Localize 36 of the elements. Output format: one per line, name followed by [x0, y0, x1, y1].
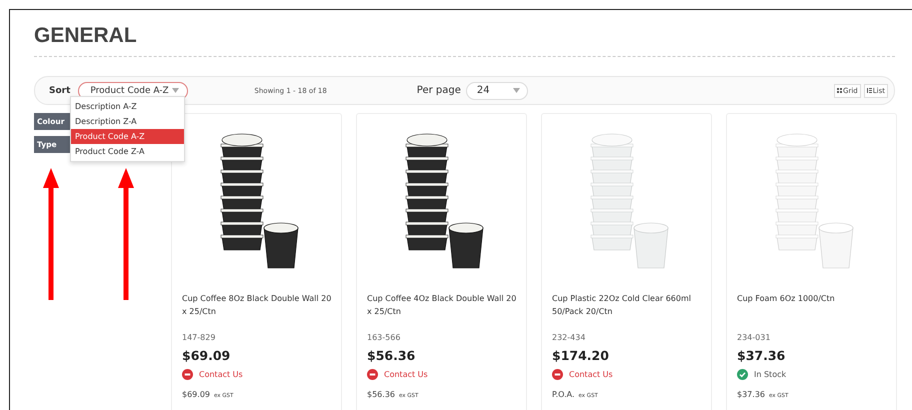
status-icon: [182, 369, 193, 380]
ex-gst-price: $69.09: [182, 390, 210, 399]
per-page-dropdown[interactable]: 24: [466, 82, 528, 100]
stock-status: Contact Us: [199, 370, 243, 379]
product-code: 163-566: [367, 333, 402, 342]
status-icon: [552, 369, 563, 380]
status-icon: [367, 369, 378, 380]
page-heading: GENERAL: [34, 24, 138, 48]
sort-option[interactable]: Description A-Z: [71, 99, 184, 114]
product-price: $37.36: [737, 348, 786, 363]
product-price: $174.20: [552, 348, 610, 363]
grid-icon: [837, 88, 842, 93]
ex-gst-price: $56.36: [367, 390, 395, 399]
product-price: $56.36: [367, 348, 416, 363]
sort-option[interactable]: Product Code Z-A: [71, 144, 184, 159]
per-page-label: Per page: [416, 85, 461, 96]
stock-status: Contact Us: [384, 370, 428, 379]
list-icon: [866, 88, 872, 93]
product-code: 147-829: [182, 333, 216, 342]
product-title[interactable]: Cup Foam 6Oz 1000/Ctn: [737, 292, 896, 332]
sort-option[interactable]: Description Z-A: [71, 114, 184, 129]
stock-status: Contact Us: [569, 370, 613, 379]
product-code: 234-031: [737, 333, 772, 342]
ex-gst-price: P.O.A.: [552, 390, 575, 399]
product-title[interactable]: Cup Plastic 22Oz Cold Clear 660ml 50/Pack 20/Ctn: [552, 292, 711, 332]
product-price: $69.09: [182, 348, 232, 363]
ex-gst-price: $37.36: [737, 390, 765, 399]
caret-icon: [512, 88, 520, 93]
caret-icon: [172, 88, 180, 93]
sort-label: Sort: [49, 86, 70, 96]
status-icon: [737, 369, 748, 380]
stock-status: In Stock: [754, 370, 786, 379]
product-title[interactable]: Cup Coffee 8Oz Black Double Wall 20 x 25/Ctn: [182, 292, 341, 332]
product-title[interactable]: Cup Coffee 4Oz Black Double Wall 20 x 25/Ctn: [367, 292, 526, 332]
sort-option[interactable]: Product Code A-Z: [71, 129, 184, 144]
product-code: 232-434: [552, 333, 586, 342]
